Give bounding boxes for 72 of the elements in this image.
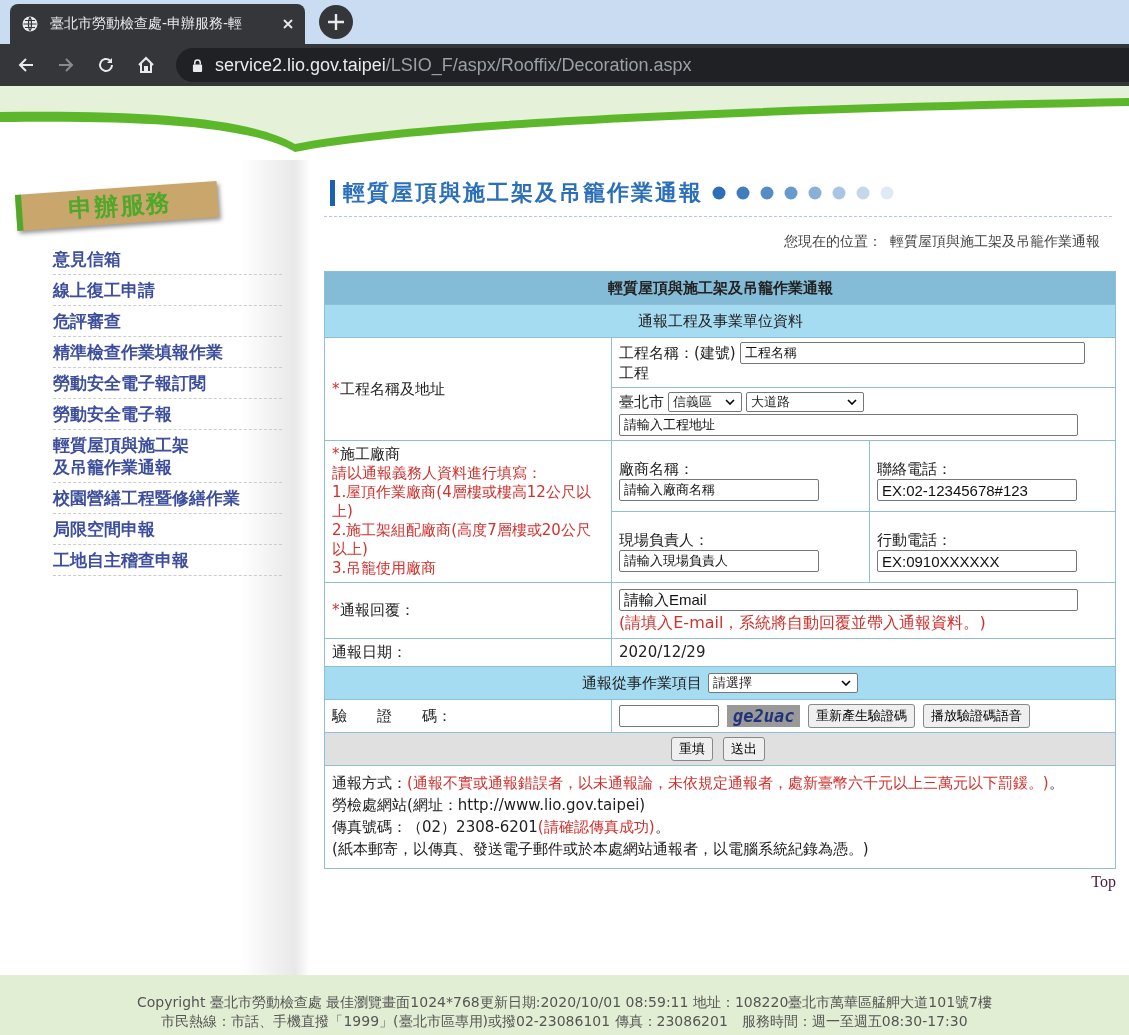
close-icon[interactable] (283, 19, 293, 29)
tab-title: 臺北市勞動檢查處-申辦服務-輕 (50, 15, 244, 33)
field-label: 廠商名稱： (619, 460, 695, 479)
form-button[interactable]: 重填 (671, 737, 713, 761)
browser-tab[interactable]: 臺北市勞動檢查處-申辦服務-輕 (10, 4, 305, 44)
contractor-note: 1.屋頂作業廠商(4層樓或樓高12公尺以上) (332, 483, 592, 521)
title-accent-bar (330, 180, 335, 206)
footer-text: 市民熱線：市話、手機直撥「1999」(臺北市區專用)或撥02-23086101 傳真：23086201 服務時間：週一至週五08:30-17:30 (160, 1012, 969, 1031)
reload-icon[interactable] (96, 55, 116, 75)
new-tab-icon[interactable] (319, 5, 353, 39)
sidebar-link[interactable]: 輕質屋頂與施工架 及吊籠作業通報 (53, 430, 282, 483)
sidebar-link[interactable]: 線上復工申請 (53, 275, 282, 306)
sidebar-link[interactable]: 工地自主稽查申報 (53, 545, 282, 576)
field-label: 通報從事作業項目 (582, 673, 702, 693)
input-field[interactable]: EX:0910XXXXXX (877, 550, 1077, 572)
email-hint: (請填入E-mail，系統將自動回覆並帶入通報資料。) (619, 613, 987, 634)
district-dropdown[interactable]: 信義區 (668, 392, 742, 412)
notice-text: 通報方式：(通報不實或通報錯誤者，以未通報論，未依規定通報者，處新臺幣六千元以上三萬元以下罰鍰。)。 (332, 773, 1065, 794)
caret-icon (841, 680, 851, 686)
globe-icon (22, 16, 38, 32)
captcha-field[interactable] (619, 705, 719, 727)
table-cell: *工程名稱及地址 (324, 337, 612, 441)
field-label: 行動電話： (877, 531, 953, 550)
field-label: 聯絡電話： (877, 460, 953, 479)
captcha-image: ge2uac (727, 705, 801, 727)
contractor-note: 2.施工架組配廠商(高度7層樓或20公尺以上) (332, 521, 592, 559)
field-label: 工程 (619, 364, 650, 383)
sidebar-link[interactable]: 勞動安全電子報 (53, 399, 282, 430)
input-field[interactable]: 請輸入工程地址 (619, 414, 1078, 436)
top-link[interactable]: Top (1091, 869, 1116, 895)
url-text: service2.lio.gov.taipei/LSIO_F/aspx/Rooffix/Decoration.aspx (215, 54, 692, 76)
input-field[interactable]: 請輸入廠商名稱 (619, 479, 819, 501)
sidebar-link[interactable]: 意見信箱 (53, 244, 282, 275)
field-label: 工程名稱：(建號) (619, 343, 736, 363)
caret-icon (847, 399, 857, 405)
breadcrumb-link[interactable]: 輕質屋頂與施工架及吊籠作業通報 (890, 233, 1100, 251)
input-field[interactable]: 請輸入現場負責人 (619, 550, 819, 572)
sidebar-link[interactable]: 危評審查 (53, 306, 282, 337)
email-field[interactable]: 請輸入Email (619, 589, 1078, 611)
field-label: *施工廠商 (332, 445, 401, 464)
form-button[interactable]: 送出 (723, 737, 765, 761)
sidebar-link[interactable]: 勞動安全電子報訂閱 (53, 368, 282, 399)
home-icon[interactable] (136, 55, 156, 75)
field-label: 臺北市 (619, 392, 664, 412)
sidebar-link[interactable]: 局限空間申報 (53, 514, 282, 545)
lock-icon (192, 58, 203, 72)
contractor-note: 請以通報義務人資料進行填寫： (332, 464, 543, 483)
footer-text: Copyright 臺北市勞動檢查處 最佳瀏覽畫面1024*768更新日期:2020/10/01 08:59:11 地址：108220臺北市萬華區艋舺大道101號7樓 (136, 993, 993, 1012)
notice-text: 傳真號碼：（02）2308-6201(請確認傳真成功)。 (332, 817, 671, 838)
work-item-dropdown[interactable]: 請選擇 (708, 673, 858, 693)
input-field[interactable]: EX:02-12345678#123 (877, 479, 1077, 501)
table-cell: *通報回覆： (324, 582, 612, 639)
sidebar-link[interactable]: 精準檢查作業填報作業 (53, 337, 282, 368)
field-label: 現場負責人： (619, 531, 710, 550)
sidebar-banner: 申辦服務 (15, 181, 219, 231)
captcha-button[interactable]: 播放驗證碼語音 (923, 704, 1031, 728)
section-header: 通報工程及事業單位資料 (324, 304, 1116, 338)
form-title: 輕質屋頂與施工架及吊籠作業通報 (324, 271, 1116, 305)
sidebar-link[interactable]: 校園營繕工程暨修繕作業 (53, 483, 282, 514)
input-field[interactable]: 工程名稱 (739, 342, 1085, 364)
notice-text: (紙本郵寄，以傳真、發送電子郵件或於本處網站通報者，以電腦系統紀錄為憑。) (332, 839, 870, 860)
address-bar[interactable]: service2.lio.gov.taipei/LSIO_F/aspx/Rooffix/Decoration.aspx (176, 48, 1129, 82)
captcha-button[interactable]: 重新產生驗證碼 (808, 704, 916, 728)
notice-text: 勞檢處網站(網址：http://www.lio.gov.taipei) (332, 795, 647, 816)
table-cell: 通報日期： (324, 638, 612, 667)
table-cell: 驗 證 碼： (324, 699, 612, 733)
table-cell: 2020/12/29 (611, 638, 1116, 667)
caret-icon (725, 399, 735, 405)
contractor-note: 3.吊籠使用廠商 (332, 559, 438, 578)
breadcrumb-label: 您現在的位置： (784, 233, 882, 251)
road-dropdown[interactable]: 大道路 (746, 392, 864, 412)
page-title: 輕質屋頂與施工架及吊籠作業通報 (343, 179, 703, 207)
